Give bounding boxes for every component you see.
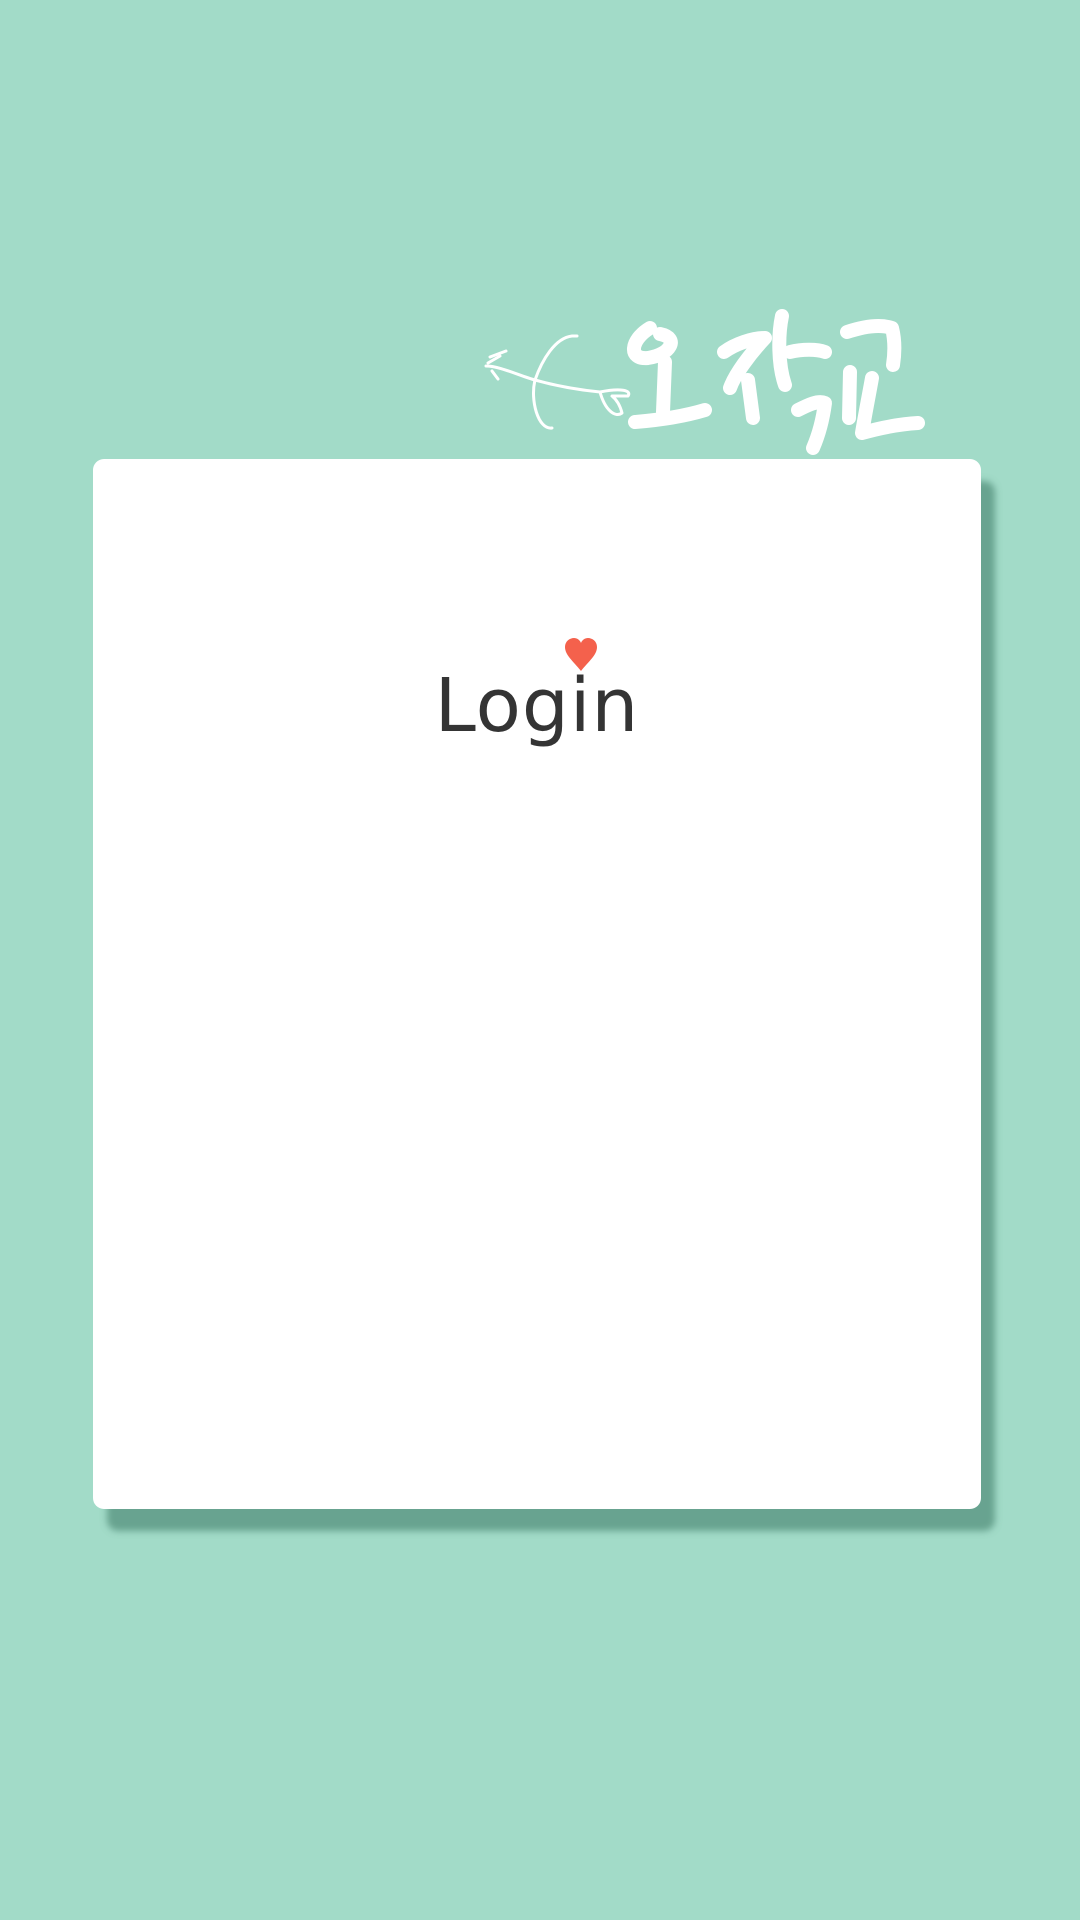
login-title-i: i — [569, 663, 592, 749]
cupid-arrow-icon — [484, 334, 631, 430]
login-title: Log in — [93, 638, 981, 743]
heart-icon — [563, 637, 599, 673]
login-card: Log in — [93, 459, 981, 1509]
login-title-part2: n — [591, 663, 640, 749]
app-logo — [480, 300, 990, 475]
app-logo-graphic — [484, 309, 925, 455]
login-title-part1: Log — [434, 663, 570, 749]
logo-hangul-glyphs — [627, 309, 925, 455]
login-title-i-wrap: i — [564, 638, 597, 743]
